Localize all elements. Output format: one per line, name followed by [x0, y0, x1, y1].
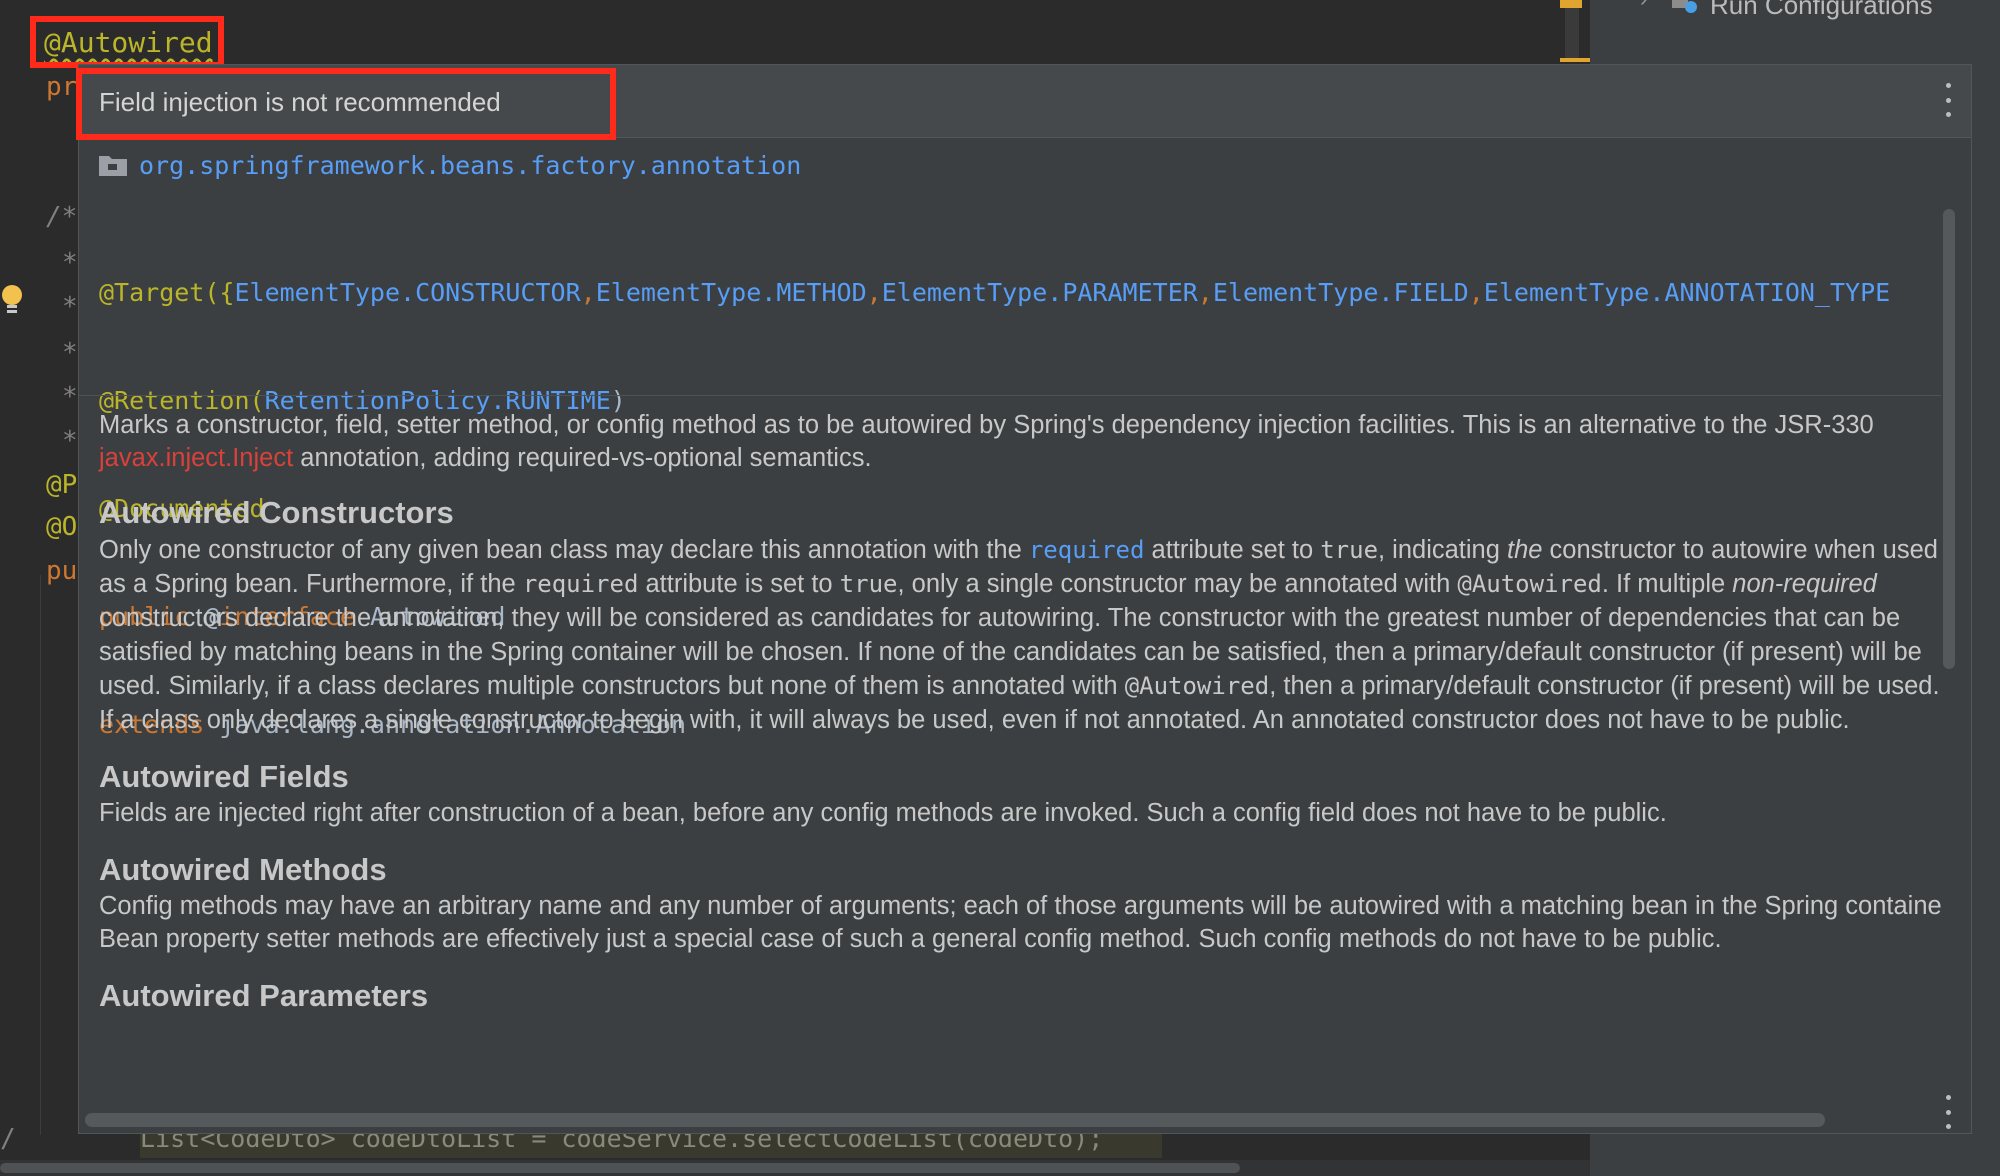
folder-icon [99, 156, 127, 176]
separator [79, 395, 1941, 396]
package-row: org.springframework.beans.factory.annota… [99, 149, 801, 181]
error-stripe [1565, 0, 1579, 60]
warning-marker[interactable] [1560, 0, 1582, 8]
comma: , [866, 278, 882, 307]
code-fragment: / [0, 1124, 16, 1154]
heading-fields: Autowired Fields [99, 759, 349, 794]
element-type-link[interactable]: ElementType.PARAMETER [882, 278, 1198, 307]
scrollbar-thumb[interactable] [0, 1163, 1240, 1173]
text: , indicating [1378, 536, 1508, 564]
highlight-box-message [76, 68, 616, 140]
popup-horizontal-scrollbar[interactable] [79, 1107, 1933, 1133]
scrollbar-thumb[interactable] [85, 1113, 1825, 1127]
documentation-body: Marks a constructor, field, setter metho… [99, 409, 1969, 1016]
chevron-right-icon[interactable]: › [1640, 0, 1647, 12]
text: annotation, adding required-vs-optional … [293, 444, 872, 472]
code-autowired: @Autowired [1124, 672, 1270, 700]
text: , only a single constructor may be annot… [897, 570, 1458, 598]
element-type-link[interactable]: ElementType.METHOD [596, 278, 867, 307]
comma: , [1197, 278, 1213, 307]
emphasis: the [1507, 536, 1543, 564]
text: Only one constructor of any given bean c… [99, 536, 1029, 564]
heading-constructors: Autowired Constructors [99, 495, 454, 530]
code-true: true [839, 570, 898, 598]
code-fragment: * [62, 248, 78, 278]
warning-marker[interactable] [1560, 58, 1590, 62]
code-fragment: @O [46, 512, 78, 542]
code-fragment: /* [46, 202, 78, 232]
target-annotation: @Target({ [99, 278, 235, 307]
run-configurations-icon [1672, 0, 1697, 13]
fields-paragraph: Fields are injected right after construc… [99, 799, 1667, 827]
comma: , [1468, 278, 1484, 307]
comma: , [580, 278, 596, 307]
code-fragment: * [62, 338, 78, 368]
scrollbar-thumb[interactable] [1943, 209, 1955, 669]
text: . If multiple [1601, 570, 1733, 598]
editor-horizontal-scrollbar[interactable] [0, 1160, 1590, 1176]
heading-methods: Autowired Methods [99, 852, 387, 887]
code-autowired: @Autowired [1457, 570, 1602, 598]
code-fragment: pr [46, 72, 78, 102]
code-true: true [1320, 536, 1379, 564]
highlight-box-annotation [30, 16, 224, 68]
code-fragment: * [62, 426, 78, 456]
code-required: required [522, 570, 639, 598]
lightbulb-icon[interactable] [0, 284, 24, 318]
documentation-popup: Field injection is not recommended org.s… [78, 64, 1972, 1134]
element-type-link[interactable]: ElementType.FIELD [1213, 278, 1469, 307]
text: Marks a constructor, field, setter metho… [99, 411, 1874, 439]
text: attribute set to [1144, 536, 1321, 564]
heading-parameters: Autowired Parameters [99, 978, 429, 1013]
package-link[interactable]: org.springframework.beans.factory.annota… [139, 151, 801, 180]
text: attribute is set to [638, 570, 840, 598]
methods-paragraph: Config methods may have an arbitrary nam… [99, 892, 1956, 953]
popup-vertical-scrollbar[interactable] [1941, 145, 1957, 1105]
code-fragment: * [62, 292, 78, 322]
run-configurations-item[interactable]: Run Configurations [1710, 0, 1933, 21]
constructors-paragraph: Only one constructor of any given bean c… [99, 533, 1959, 737]
element-type-link[interactable]: ElementType.CONSTRUCTOR [234, 278, 580, 307]
gutter-divider [40, 575, 41, 1135]
more-options-icon[interactable] [1939, 1095, 1957, 1129]
inject-link[interactable]: javax.inject.Inject [99, 444, 293, 472]
element-type-link[interactable]: ElementType.ANNOTATION_TYPE [1484, 278, 1890, 307]
required-link[interactable]: required [1029, 536, 1145, 564]
code-fragment: pu [46, 556, 78, 586]
intro-paragraph: Marks a constructor, field, setter metho… [99, 409, 1949, 475]
code-fragment: * [62, 382, 78, 412]
emphasis: non-required [1732, 570, 1877, 598]
more-options-icon[interactable] [1939, 83, 1957, 117]
code-fragment: @P [46, 470, 78, 500]
